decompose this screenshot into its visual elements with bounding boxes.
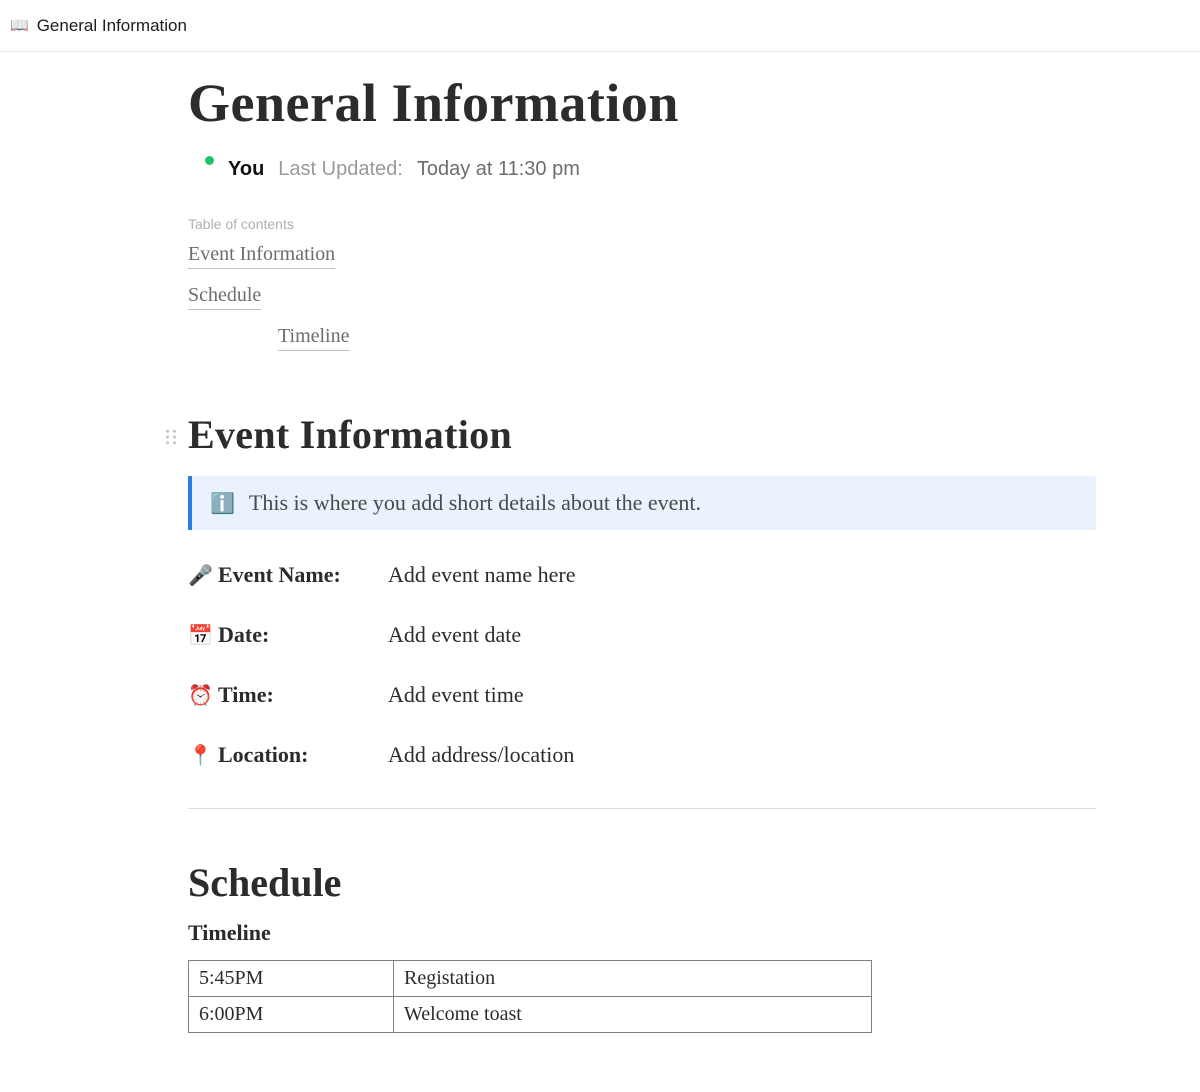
info-callout-text: This is where you add short details abou… xyxy=(249,490,701,516)
info-callout[interactable]: ℹ️ This is where you add short details a… xyxy=(188,476,1096,530)
last-updated-label: Last Updated: xyxy=(278,158,403,181)
pin-icon: 📍 xyxy=(188,743,218,768)
breadcrumb-title: General Information xyxy=(37,16,187,36)
heading-timeline[interactable]: Timeline xyxy=(188,920,1096,946)
event-fields: 🎤 Event Name: Add event name here 📅 Date… xyxy=(188,562,1096,768)
field-label: Location: xyxy=(218,742,388,768)
field-value[interactable]: Add event time xyxy=(388,682,524,708)
timeline-item[interactable]: Registation xyxy=(394,961,872,997)
toc-link-timeline[interactable]: Timeline xyxy=(278,322,350,351)
field-event-name[interactable]: 🎤 Event Name: Add event name here xyxy=(188,562,1096,588)
heading-schedule[interactable]: Schedule xyxy=(188,859,1096,906)
presence-indicator-icon xyxy=(203,154,216,167)
last-updated-value: Today at 11:30 pm xyxy=(417,158,580,181)
table-row[interactable]: 5:45PM Registation xyxy=(189,961,872,997)
field-time[interactable]: ⏰ Time: Add event time xyxy=(188,682,1096,708)
clock-icon: ⏰ xyxy=(188,683,218,708)
timeline-time[interactable]: 5:45PM xyxy=(189,961,394,997)
field-value[interactable]: Add event name here xyxy=(388,562,576,588)
field-date[interactable]: 📅 Date: Add event date xyxy=(188,622,1096,648)
table-row[interactable]: 6:00PM Welcome toast xyxy=(189,997,872,1033)
microphone-icon: 🎤 xyxy=(188,563,218,588)
heading-event-information[interactable]: Event Information xyxy=(188,411,1096,458)
toc-label: Table of contents xyxy=(188,216,1096,232)
calendar-icon: 📅 xyxy=(188,623,218,648)
breadcrumb[interactable]: 📖 General Information xyxy=(0,0,1200,52)
author-name[interactable]: You xyxy=(228,158,264,181)
table-of-contents: Event Information Schedule Timeline xyxy=(188,240,1096,351)
timeline-time[interactable]: 6:00PM xyxy=(189,997,394,1033)
timeline-item[interactable]: Welcome toast xyxy=(394,997,872,1033)
page-title[interactable]: General Information xyxy=(188,72,1096,134)
field-value[interactable]: Add address/location xyxy=(388,742,574,768)
heading-event-information-text: Event Information xyxy=(188,412,512,457)
field-label: Event Name: xyxy=(218,562,388,588)
field-location[interactable]: 📍 Location: Add address/location xyxy=(188,742,1096,768)
toc-link-schedule[interactable]: Schedule xyxy=(188,281,261,310)
divider xyxy=(188,808,1096,809)
drag-handle-icon[interactable] xyxy=(164,429,178,445)
page-meta: You Last Updated: Today at 11:30 pm xyxy=(188,156,1096,182)
toc-link-event-information[interactable]: Event Information xyxy=(188,240,335,269)
book-icon: 📖 xyxy=(10,18,29,33)
field-label: Time: xyxy=(218,682,388,708)
field-value[interactable]: Add event date xyxy=(388,622,521,648)
info-icon: ℹ️ xyxy=(210,491,235,516)
timeline-table[interactable]: 5:45PM Registation 6:00PM Welcome toast xyxy=(188,960,872,1033)
avatar[interactable] xyxy=(188,156,214,182)
field-label: Date: xyxy=(218,622,388,648)
